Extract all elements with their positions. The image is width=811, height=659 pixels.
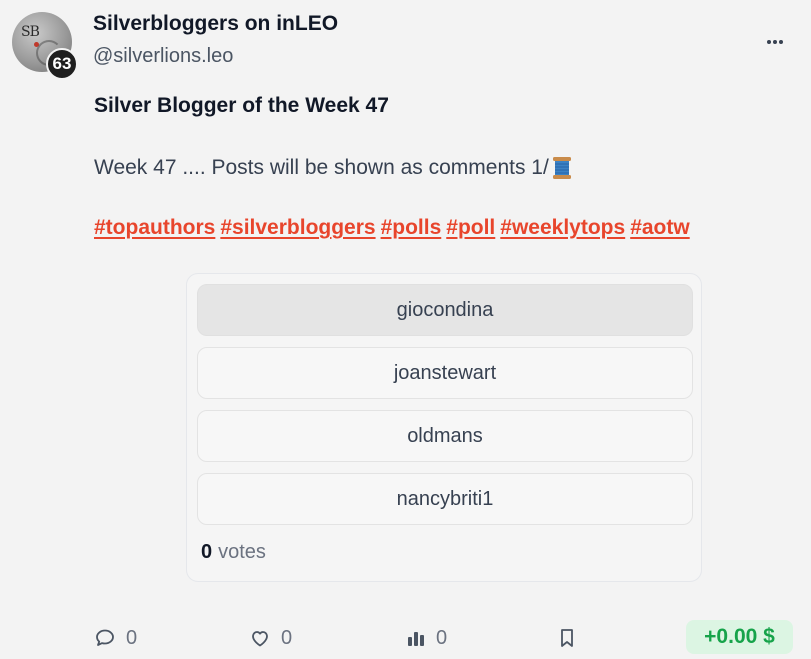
hashtag-list: #topauthors #silverbloggers #polls #poll #we… xyxy=(94,216,690,240)
poll-option[interactable]: oldmans xyxy=(197,410,693,462)
payout-button[interactable]: +0.00 $ xyxy=(686,620,793,654)
more-options-button[interactable] xyxy=(763,30,787,54)
avatar-monogram: SB xyxy=(21,24,40,40)
author-handle[interactable]: @silverlions.leo xyxy=(93,45,233,68)
spool-of-thread-icon xyxy=(552,157,571,179)
poll-option[interactable]: giocondina xyxy=(197,284,693,336)
poll: giocondina joanstewart oldmans nancybrit… xyxy=(186,273,702,582)
like-button[interactable]: 0 xyxy=(249,624,292,652)
hashtag-link[interactable]: #poll xyxy=(446,216,495,239)
post-card: SB 63 Silverbloggers on inLEO @silverlio… xyxy=(0,0,811,659)
hashtag-link[interactable]: #polls xyxy=(381,216,442,239)
hashtag-link[interactable]: #silverbloggers xyxy=(220,216,375,239)
hashtag-link[interactable]: #aotw xyxy=(630,216,690,239)
author-display-name[interactable]: Silverbloggers on inLEO xyxy=(93,12,338,36)
poll-option[interactable]: joanstewart xyxy=(197,347,693,399)
post-body-text: Week 47 .... Posts will be shown as comm… xyxy=(94,156,549,179)
hashtag-link[interactable]: #weeklytops xyxy=(500,216,625,239)
avatar[interactable]: SB 63 xyxy=(12,12,78,80)
heart-icon xyxy=(252,631,268,647)
bar-chart-icon xyxy=(408,632,424,646)
post-title: Silver Blogger of the Week 47 xyxy=(94,94,389,117)
like-count: 0 xyxy=(281,626,293,649)
votes-label: votes xyxy=(218,541,266,563)
poll-option[interactable]: nancybriti1 xyxy=(197,473,693,525)
reputation-badge: 63 xyxy=(46,48,78,80)
comment-count: 0 xyxy=(126,626,138,649)
comment-button[interactable]: 0 xyxy=(94,624,137,652)
bookmark-icon xyxy=(561,629,573,647)
vote-count-number: 0 xyxy=(201,541,213,563)
stats-button[interactable]: 0 xyxy=(406,624,447,652)
poll-vote-count: 0 votes xyxy=(201,541,266,564)
comment-icon xyxy=(96,629,114,646)
ellipsis-icon xyxy=(767,40,783,44)
bookmark-button[interactable] xyxy=(557,624,577,652)
post-body: Week 47 .... Posts will be shown as comm… xyxy=(94,155,573,181)
hashtag-link[interactable]: #topauthors xyxy=(94,216,215,239)
stats-count: 0 xyxy=(436,626,448,649)
